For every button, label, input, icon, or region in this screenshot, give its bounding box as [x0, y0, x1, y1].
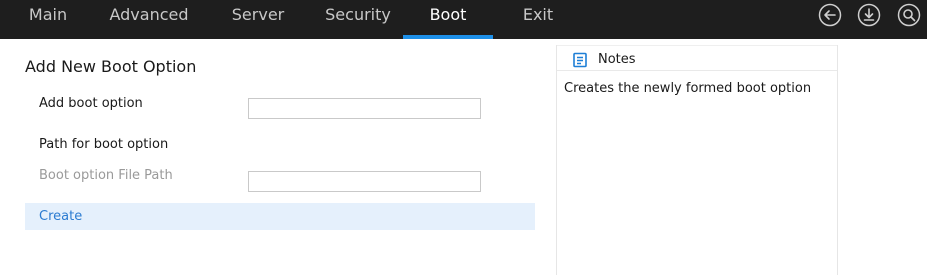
tab-main[interactable]: Main [14, 0, 82, 39]
tab-server[interactable]: Server [216, 0, 300, 39]
back-icon[interactable] [818, 3, 842, 27]
path-section-label: Path for boot option [39, 137, 169, 152]
search-icon[interactable] [897, 3, 921, 27]
file-path-label: Boot option File Path [39, 168, 173, 183]
tab-advanced[interactable]: Advanced [96, 0, 202, 39]
download-icon[interactable] [857, 3, 881, 27]
note-icon [572, 52, 588, 68]
create-button-label: Create [39, 209, 83, 224]
notes-title: Notes [598, 52, 636, 67]
tab-security[interactable]: Security [314, 0, 402, 39]
tab-exit[interactable]: Exit [503, 0, 573, 39]
notes-panel: Notes Creates the newly formed boot opti… [556, 45, 838, 275]
add-boot-option-input[interactable] [248, 98, 481, 119]
tab-boot[interactable]: Boot [403, 0, 493, 39]
add-boot-option-label: Add boot option [39, 96, 143, 111]
page-title: Add New Boot Option [25, 57, 197, 76]
create-button[interactable]: Create [25, 203, 535, 230]
notes-text: Creates the newly formed boot option [564, 81, 812, 96]
top-nav-bar: Main Advanced Server Security Boot Exit [0, 0, 927, 39]
notes-header: Notes [557, 45, 837, 71]
file-path-input[interactable] [248, 171, 481, 192]
